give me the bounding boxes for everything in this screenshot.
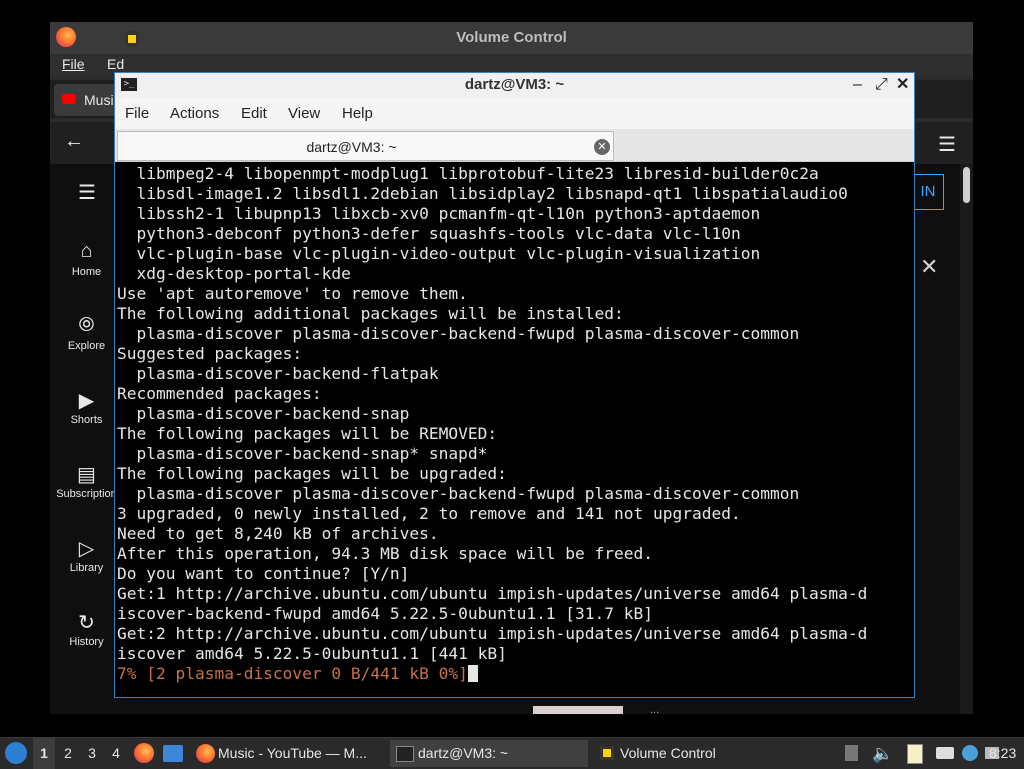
library-icon: ▷ <box>78 538 95 560</box>
terminal-icon <box>396 746 414 762</box>
video-thumbnail[interactable] <box>533 706 623 714</box>
speaker-icon[interactable]: 🔈 <box>872 738 893 769</box>
close-icon[interactable]: ✕ <box>920 254 938 280</box>
volume-control-icon <box>600 746 614 760</box>
terminal-tab[interactable]: dartz@VM3: ~ ✕ <box>117 131 614 161</box>
video-title-partial[interactable]: ... <box>650 704 659 716</box>
back-arrow-icon[interactable]: ← <box>64 130 84 153</box>
shorts-icon: ▶ <box>78 390 95 412</box>
tab-close-icon[interactable]: ✕ <box>594 139 610 155</box>
sidebar-item-home[interactable]: ⌂ Home <box>50 240 123 278</box>
firefox-launcher-icon[interactable] <box>134 743 154 763</box>
taskbar: 1 2 3 4 Music - YouTube — M... dartz@VM3… <box>0 737 1024 769</box>
terminal-output-text: libmpeg2-4 libopenmpt-modplug1 libprotob… <box>117 164 868 663</box>
clipboard-icon[interactable] <box>907 744 923 764</box>
maximize-icon[interactable]: ⤢ <box>875 75 888 95</box>
bg-menu-edit[interactable]: Ed <box>107 56 124 72</box>
notification-icon[interactable] <box>962 745 978 761</box>
progress-line: 7% [2 plasma-discover 0 B/441 kB 0%] <box>117 664 468 683</box>
close-icon[interactable]: ✕ <box>896 75 909 95</box>
file-manager-icon[interactable] <box>163 745 183 762</box>
sidebar-item-library[interactable]: ▷ Library <box>50 536 123 574</box>
sign-in-button[interactable]: IN <box>912 174 944 210</box>
start-menu-icon[interactable] <box>5 742 27 764</box>
task-firefox[interactable]: Music - YouTube — M... <box>192 740 384 767</box>
task-volume-control[interactable]: Volume Control <box>594 740 794 767</box>
home-icon: ⌂ <box>80 240 93 262</box>
youtube-icon <box>62 94 76 104</box>
text-cursor <box>467 665 478 682</box>
terminal-menubar <box>115 97 914 129</box>
sidebar-item-label: Explore <box>67 340 106 352</box>
menu-help[interactable]: Help <box>342 105 373 122</box>
workspace-4[interactable]: 4 <box>105 738 127 769</box>
menu-view[interactable]: View <box>288 105 320 122</box>
sidebar-item-label: History <box>69 636 104 648</box>
subscriptions-icon: ▤ <box>77 464 96 486</box>
sidebar-item-label: Shorts <box>70 414 103 426</box>
task-label: Volume Control <box>620 745 716 761</box>
sidebar-item-label: Subscription <box>56 488 117 500</box>
clock[interactable]: 8:23 <box>989 738 1016 769</box>
menu-edit[interactable]: Edit <box>241 105 267 122</box>
sidebar-item-history[interactable]: ↻ History <box>50 610 123 648</box>
sidebar-item-subscriptions[interactable]: ▤ Subscription <box>50 462 123 500</box>
history-icon: ↻ <box>78 612 95 634</box>
tray-arrow-icon[interactable] <box>845 745 858 761</box>
keyboard-icon[interactable] <box>936 747 954 759</box>
bg-menu-file[interactable]: File <box>62 56 85 72</box>
task-label: Music - YouTube — M... <box>218 745 367 761</box>
yt-guide-menu-icon[interactable]: ☰ <box>78 180 96 205</box>
bg-tab-label: Musi <box>84 92 114 108</box>
terminal-title: dartz@VM3: ~ <box>464 76 565 93</box>
compass-icon: ⦾ <box>78 314 95 336</box>
bg-scrollbar[interactable] <box>960 164 973 714</box>
menu-actions[interactable]: Actions <box>170 105 219 122</box>
minimize-icon[interactable]: – <box>853 75 862 95</box>
menu-file[interactable]: File <box>125 105 149 122</box>
sidebar-item-shorts[interactable]: ▶ Shorts <box>50 388 123 426</box>
workspace-3[interactable]: 3 <box>81 738 103 769</box>
bg-scrollbar-thumb[interactable] <box>963 167 970 203</box>
hamburger-menu-icon[interactable]: ☰ <box>938 132 956 157</box>
terminal-window: >_ dartz@VM3: ~ – ⤢ ✕ File Actions Edit … <box>114 72 915 698</box>
terminal-output[interactable]: libmpeg2-4 libopenmpt-modplug1 libprotob… <box>117 164 907 684</box>
terminal-tab-label: dartz@VM3: ~ <box>306 139 397 155</box>
sidebar-item-label: Home <box>71 266 102 278</box>
sidebar-item-explore[interactable]: ⦾ Explore <box>50 314 123 352</box>
workspace-2[interactable]: 2 <box>57 738 79 769</box>
workspace-1[interactable]: 1 <box>33 738 55 769</box>
sidebar-item-label: Library <box>69 562 104 574</box>
firefox-icon <box>196 744 215 763</box>
task-terminal[interactable]: dartz@VM3: ~ <box>390 740 588 767</box>
bg-window-title: Volume Control <box>456 29 567 46</box>
task-label: dartz@VM3: ~ <box>418 745 509 761</box>
